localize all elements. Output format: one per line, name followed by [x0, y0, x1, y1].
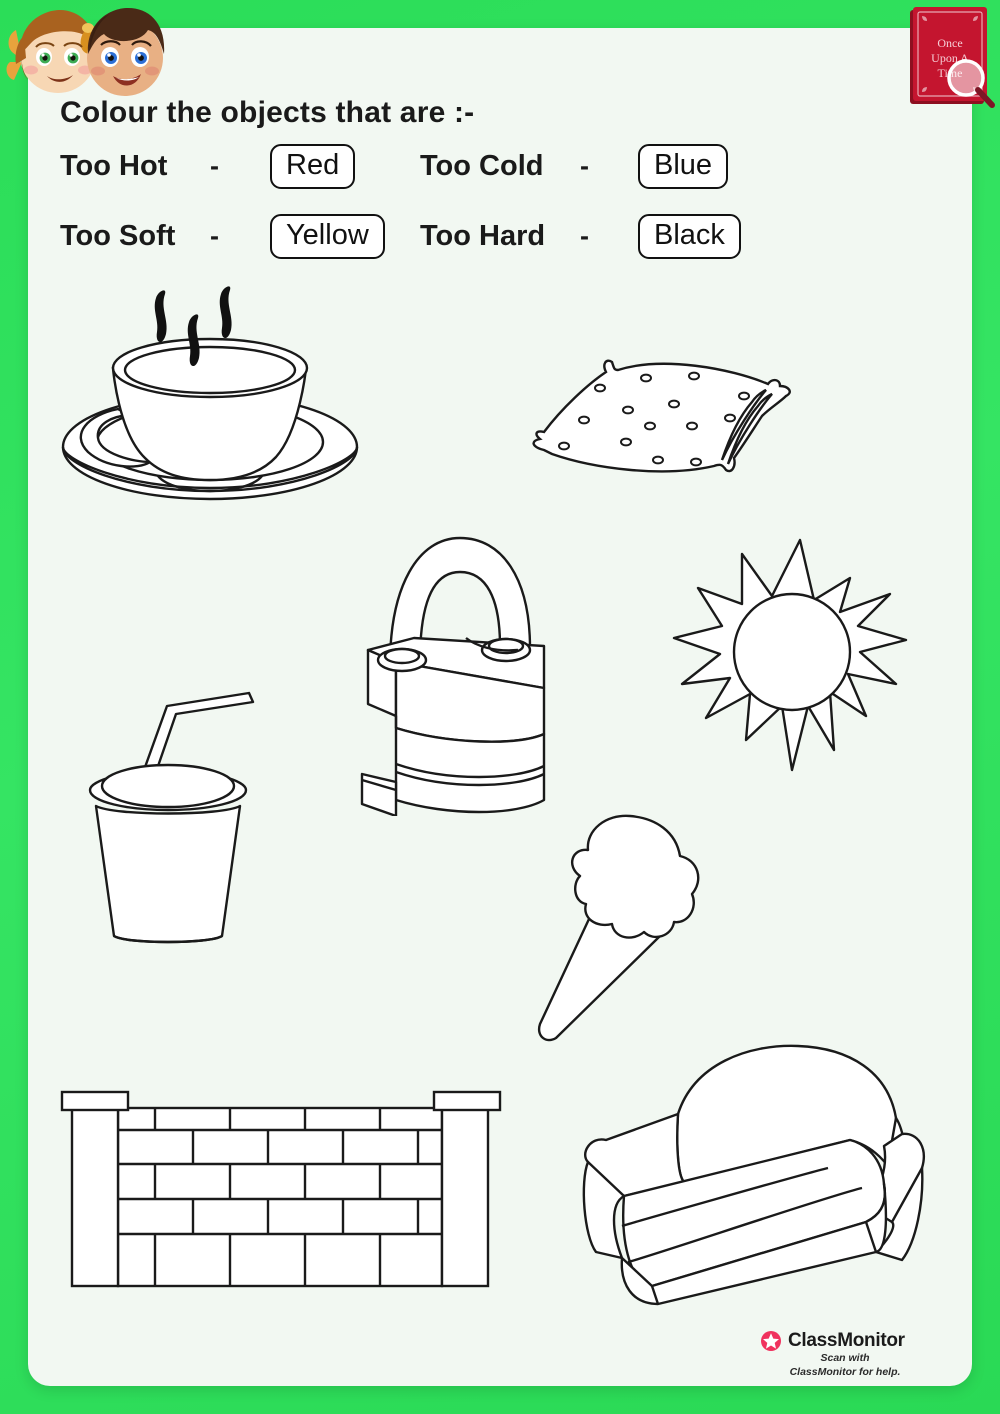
classmonitor-brand: ClassMonitor Scan with ClassMonitor for …: [760, 1330, 930, 1379]
kids-illustration: [0, 0, 170, 110]
rule-row-too-hard: Too Hard - Black: [420, 214, 741, 260]
rule-dash-too-hot: -: [210, 151, 219, 182]
brick-wall-drawing: [50, 1068, 510, 1305]
drink-cup-drawing: [70, 688, 265, 955]
sofa-drawing: [566, 1036, 936, 1313]
colour-box-yellow[interactable]: Yellow: [270, 214, 385, 260]
worksheet-page: Once Upon A Time Colour the objects that…: [0, 0, 1000, 1414]
rule-label-too-soft: Too Soft: [60, 220, 176, 253]
colour-box-red[interactable]: Red: [270, 144, 356, 190]
boy-face: [87, 8, 165, 96]
once-upon-a-time-badge: Once Upon A Time: [900, 2, 998, 115]
scoop: [570, 814, 700, 939]
straw: [142, 691, 255, 774]
pillow-drawing: [522, 346, 812, 486]
scan-hint-line-1: Scan with: [820, 1352, 870, 1364]
rule-dash-too-soft: -: [210, 221, 219, 252]
colour-box-blue[interactable]: Blue: [638, 144, 729, 190]
rule-row-too-cold: Too Cold - Blue: [420, 144, 729, 190]
rule-dash-too-cold: -: [580, 151, 589, 182]
classmonitor-name: ClassMonitor: [788, 1330, 905, 1351]
padlock-drawing: [348, 528, 568, 821]
book-line-1: Once: [937, 36, 962, 50]
sun-drawing: [668, 534, 916, 783]
ice-cream-drawing: [528, 808, 713, 1053]
rule-dash-too-hard: -: [580, 221, 589, 252]
rule-row-too-soft: Too Soft - Yellow: [60, 214, 385, 260]
classmonitor-star-icon: [761, 1331, 781, 1351]
teacup-drawing: [50, 282, 370, 549]
page-title: Colour the objects that are :-: [60, 96, 475, 129]
rule-label-too-hot: Too Hot: [60, 150, 168, 183]
rule-label-too-cold: Too Cold: [420, 150, 544, 183]
rule-row-too-hot: Too Hot - Red: [60, 144, 356, 190]
rule-label-too-hard: Too Hard: [420, 220, 546, 253]
scan-hint-line-2: ClassMonitor for help.: [789, 1365, 901, 1378]
colour-box-black[interactable]: Black: [638, 214, 741, 260]
